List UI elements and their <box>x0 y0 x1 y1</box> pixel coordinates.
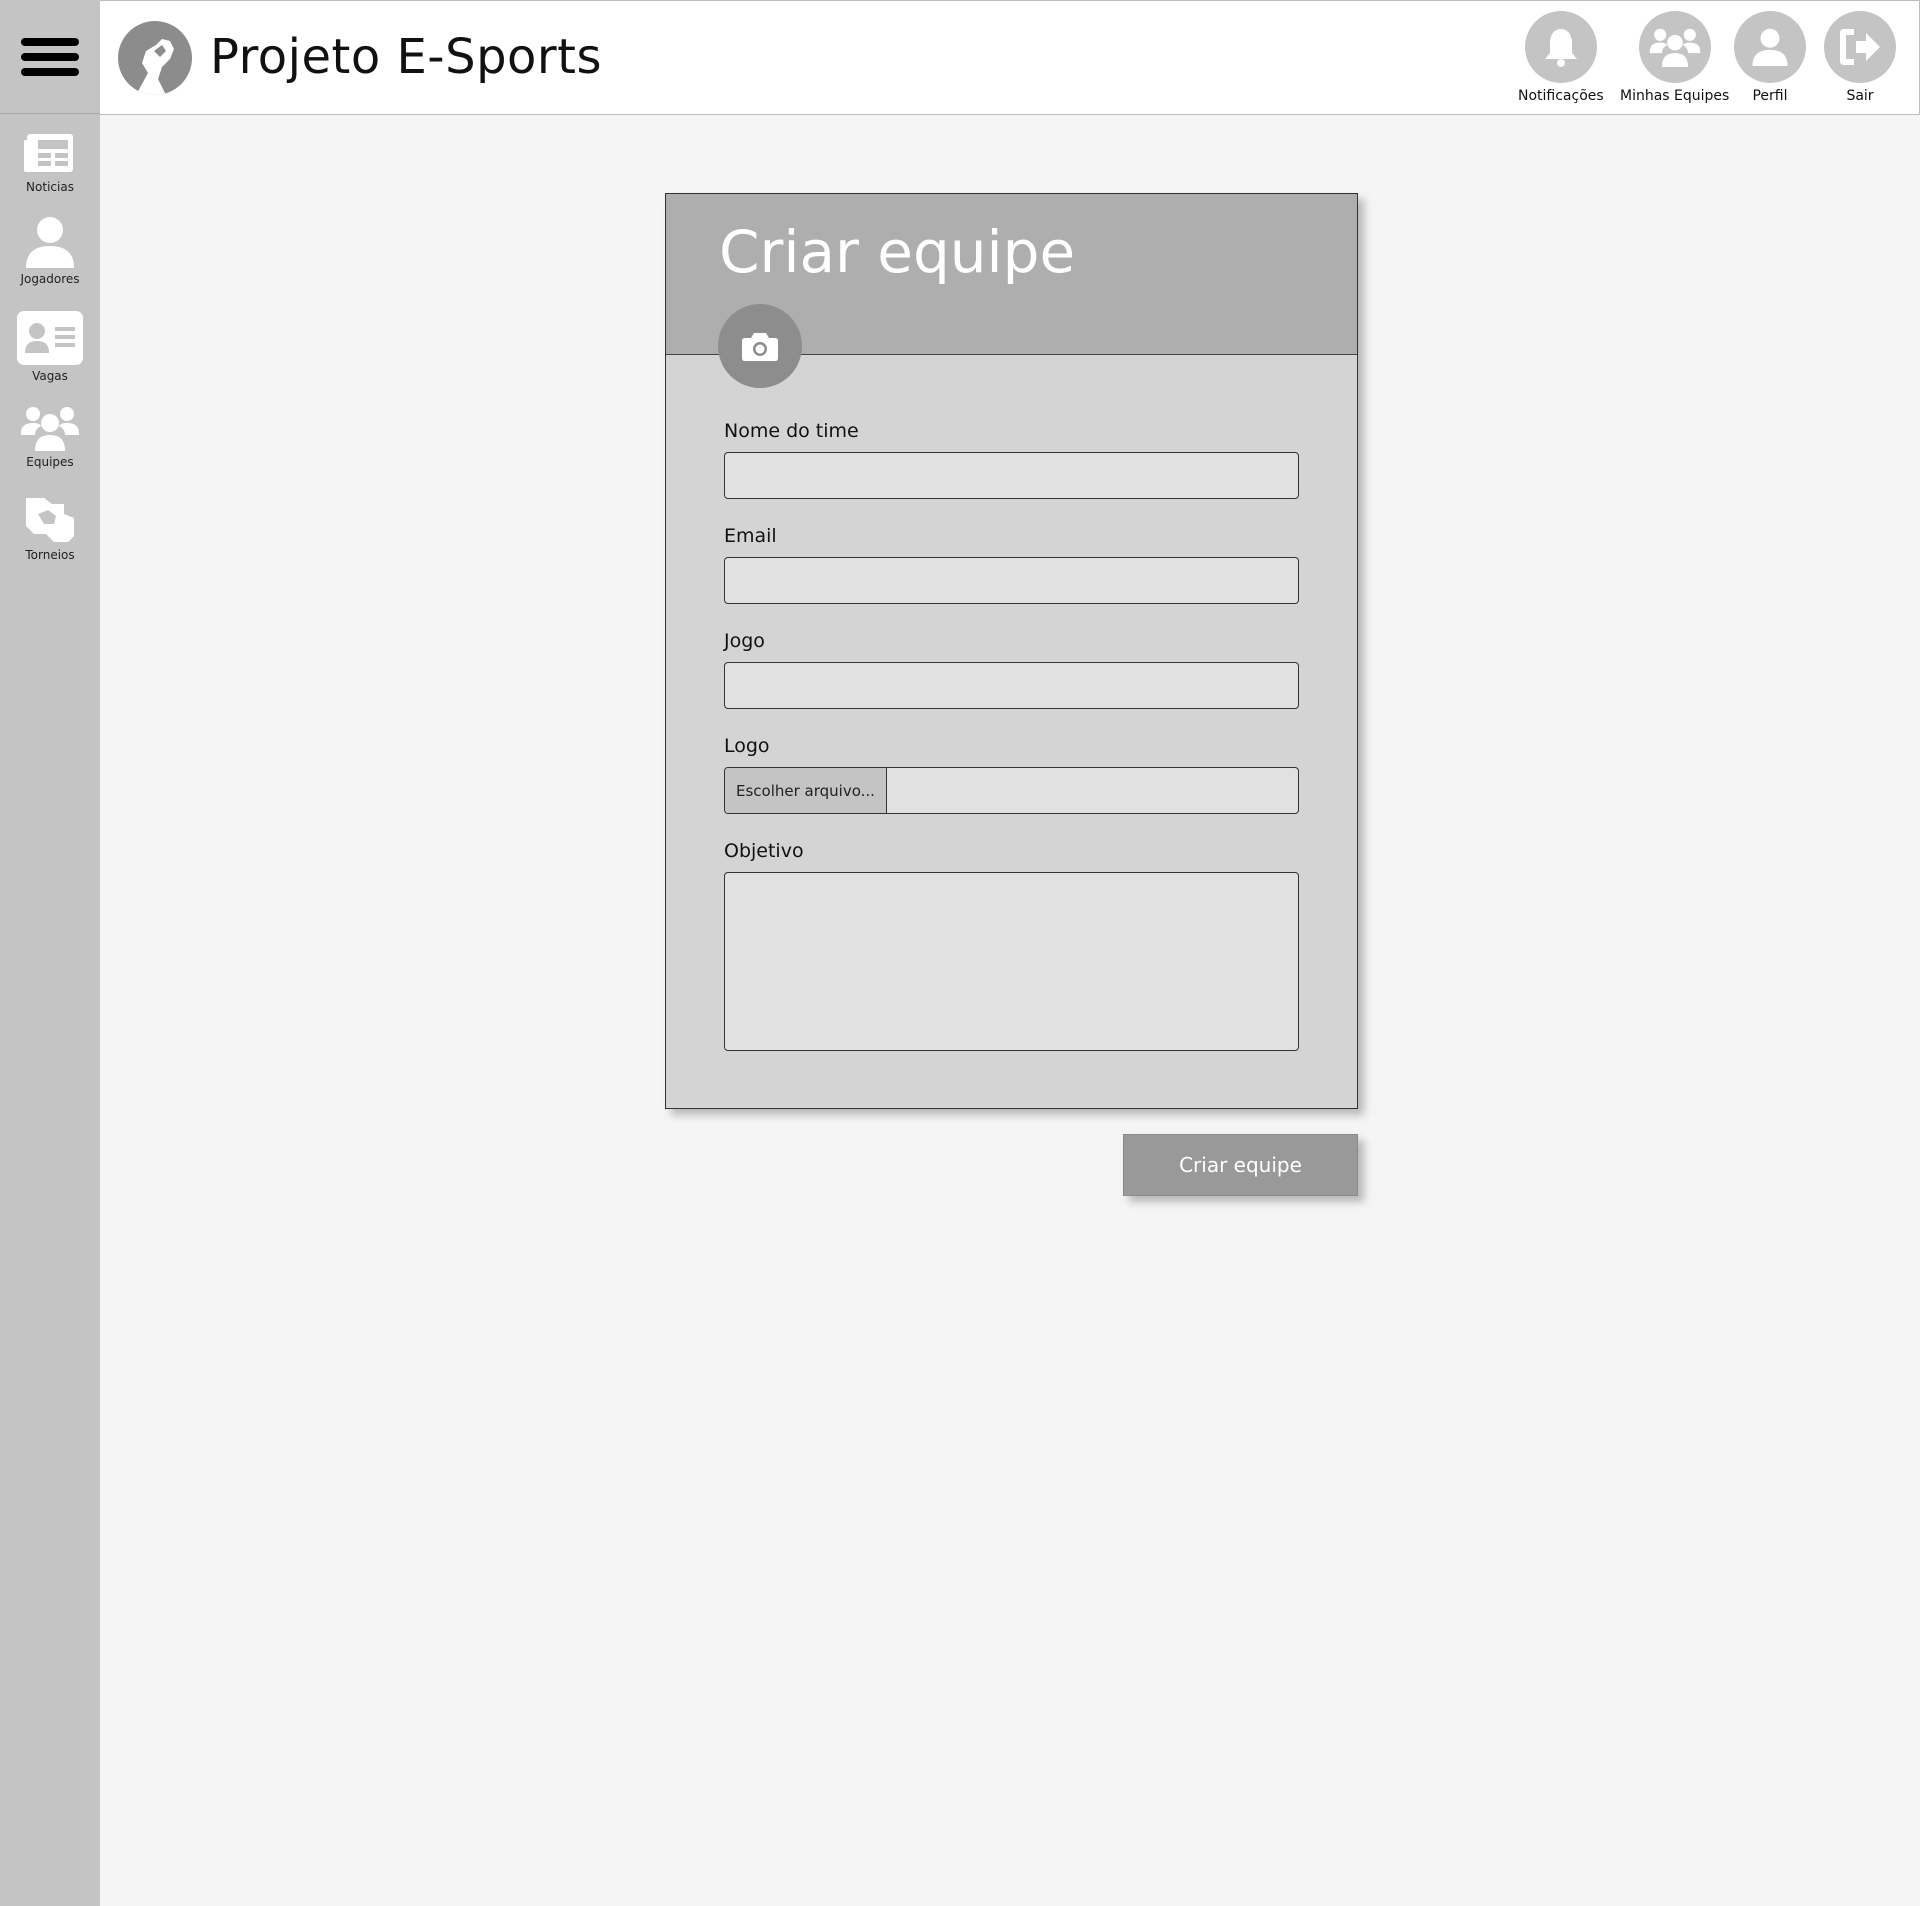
team-name-input[interactable] <box>724 452 1299 499</box>
sidebar-item-label: Vagas <box>32 369 68 383</box>
handshake-icon <box>26 498 74 542</box>
game-label: Jogo <box>724 630 765 652</box>
profile-button[interactable]: Perfil <box>1734 11 1806 104</box>
upload-photo-button[interactable] <box>718 304 802 388</box>
create-team-button[interactable]: Criar equipe <box>1123 1134 1358 1196</box>
objective-textarea[interactable] <box>724 872 1299 1051</box>
profile-label: Perfil <box>1752 88 1788 104</box>
hamburger-menu-button[interactable] <box>0 0 100 114</box>
arm-wrestling-logo-icon <box>136 39 174 95</box>
my-teams-label: Minhas Equipes <box>1620 88 1730 104</box>
game-input[interactable] <box>724 662 1299 709</box>
sidebar-item-label: Noticias <box>26 180 74 194</box>
notifications-label: Notificações <box>1518 88 1604 104</box>
sidebar-item-noticias[interactable]: Noticias <box>0 130 100 194</box>
app-title: Projeto E-Sports <box>210 29 602 85</box>
notifications-button[interactable]: Notificações <box>1518 11 1604 104</box>
email-input[interactable] <box>724 557 1299 604</box>
sidebar-item-vagas[interactable]: Vagas <box>0 311 100 383</box>
objective-label: Objetivo <box>724 840 804 862</box>
app-logo[interactable] <box>118 21 192 95</box>
logout-label: Sair <box>1846 88 1874 104</box>
sidebar: Noticias Jogadores Vagas Equipes Torneio… <box>0 0 100 1906</box>
hamburger-icon <box>21 31 79 83</box>
sidebar-item-jogadores[interactable]: Jogadores <box>0 216 100 286</box>
sidebar-item-equipes[interactable]: Equipes <box>0 405 100 469</box>
sidebar-item-label: Equipes <box>26 455 74 469</box>
newspaper-icon <box>24 134 73 172</box>
logo-file-input[interactable]: Escolher arquivo... <box>724 767 1299 814</box>
bell-icon <box>1544 29 1577 67</box>
logout-button[interactable]: Sair <box>1824 11 1896 104</box>
choose-file-button[interactable]: Escolher arquivo... <box>725 768 887 813</box>
sidebar-item-label: Jogadores <box>20 272 80 286</box>
logo-label: Logo <box>724 735 770 757</box>
user-icon <box>26 217 74 268</box>
users-icon <box>21 407 79 451</box>
team-name-label: Nome do time <box>724 420 859 442</box>
sidebar-item-torneios[interactable]: Torneios <box>0 496 100 562</box>
my-teams-button[interactable]: Minhas Equipes <box>1620 11 1729 104</box>
users-icon <box>1649 28 1700 67</box>
camera-icon <box>742 333 778 361</box>
id-card-icon <box>17 311 83 365</box>
top-header: Projeto E-Sports Notificações Minhas Equ… <box>100 0 1920 115</box>
user-icon <box>1752 28 1788 66</box>
email-label: Email <box>724 525 777 547</box>
logout-icon <box>1840 29 1880 65</box>
card-title: Criar equipe <box>719 218 1076 286</box>
create-team-card: Criar equipe Nome do time Email Jogo Log… <box>665 193 1358 1109</box>
sidebar-item-label: Torneios <box>25 548 75 562</box>
